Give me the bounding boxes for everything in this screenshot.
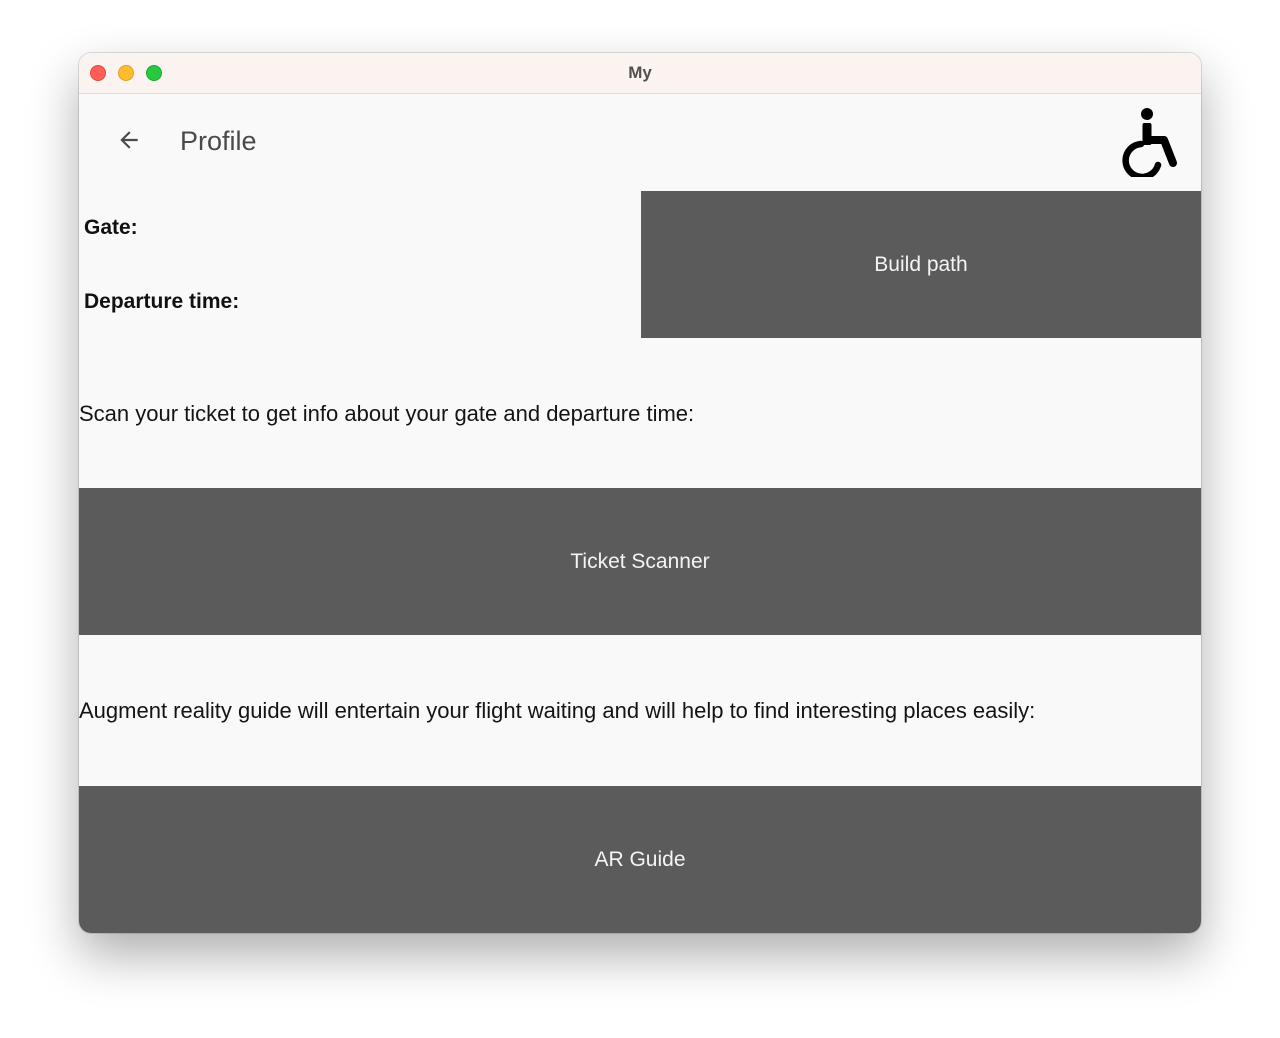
wheelchair-icon [1122,108,1177,177]
app-window: My Profile Gate: Departure time: Build p… [79,53,1201,933]
ticket-scanner-button[interactable]: Ticket Scanner [79,488,1201,635]
page-title: Profile [180,126,257,156]
build-path-label: Build path [874,252,968,276]
app-bar: Profile [79,94,1201,191]
ticket-scanner-label: Ticket Scanner [570,549,710,573]
gate-label: Gate: [84,216,138,239]
arrow-left-icon [120,131,138,149]
build-path-button[interactable]: Build path [641,191,1201,338]
ar-guide-button[interactable]: AR Guide [79,786,1201,933]
window-titlebar[interactable]: My [79,53,1201,94]
window-title: My [628,63,652,82]
departure-time-label: Departure time: [84,290,240,313]
back-button[interactable] [105,116,153,164]
ar-description-text: Augment reality guide will entertain you… [79,698,1036,723]
scan-instruction-text: Scan your ticket to get info about your … [79,401,695,426]
accessibility-button[interactable] [1115,104,1185,180]
ar-guide-label: AR Guide [594,847,686,871]
